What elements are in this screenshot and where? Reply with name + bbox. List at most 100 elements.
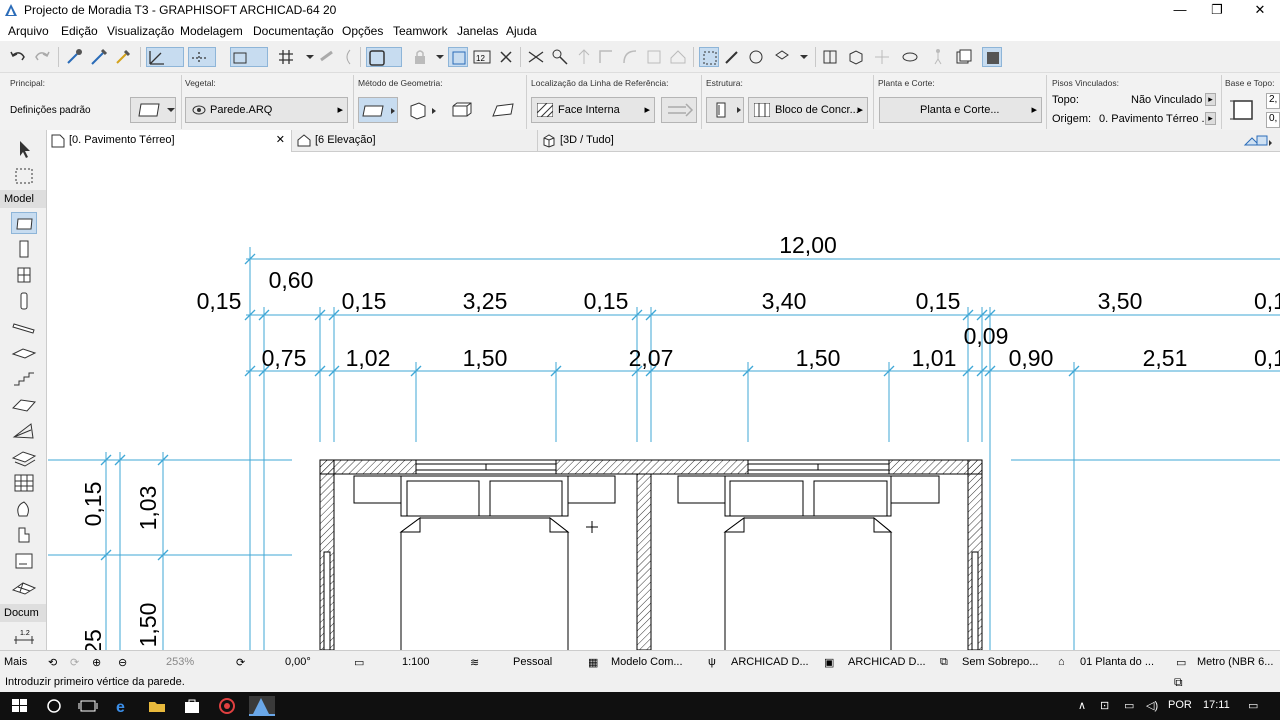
window-tool-icon[interactable] — [11, 264, 37, 286]
stair-tool-icon[interactable] — [11, 368, 37, 390]
layouts-icon[interactable] — [954, 47, 974, 67]
window-layout-icon[interactable]: ⧉ — [1174, 675, 1183, 690]
dim-label[interactable]: 3,50 — [1098, 288, 1143, 314]
box-icon[interactable] — [846, 47, 866, 67]
close-tab-icon[interactable]: ✕ — [276, 130, 285, 151]
dim-label[interactable]: 0,75 — [262, 345, 307, 371]
favorites-picker[interactable] — [130, 97, 176, 123]
rotate-view-icon[interactable] — [746, 47, 766, 67]
wall-tool-icon[interactable] — [11, 212, 37, 234]
dim-label[interactable]: 0,60 — [269, 267, 314, 293]
dim-label[interactable]: 1,50 — [796, 345, 841, 371]
angle-value[interactable]: 0,00° — [285, 656, 311, 668]
dim-label[interactable]: 0,90 — [1009, 345, 1054, 371]
window-icon[interactable] — [820, 47, 840, 67]
dim-label[interactable]: 25 — [80, 629, 106, 650]
dimension-standard-value[interactable]: ARCHICAD D... — [848, 656, 926, 668]
lock-icon[interactable] — [410, 47, 430, 67]
snap-guide-icon[interactable] — [188, 47, 216, 67]
zoom-forward-icon[interactable]: ⟳ — [70, 656, 79, 669]
trim-icon[interactable] — [550, 47, 570, 67]
zone-tool-icon[interactable] — [11, 550, 37, 572]
zoom-out-icon[interactable]: ⊖ — [118, 656, 127, 669]
model-view-value[interactable]: Modelo Com... — [611, 656, 683, 668]
menu-documentacao[interactable]: Documentação — [253, 24, 334, 38]
dim-label[interactable]: 1,02 — [346, 345, 391, 371]
units-value[interactable]: Metro (NBR 6... — [1197, 656, 1273, 668]
chevron-right-icon[interactable]: ▸ — [1205, 112, 1216, 125]
tab-elevation[interactable]: [6 Elevação] — [293, 130, 537, 152]
shell-tool-icon[interactable] — [11, 420, 37, 442]
dim-label[interactable]: 1,50 — [463, 345, 508, 371]
curtain-wall-tool-icon[interactable] — [11, 472, 37, 494]
menu-edicao[interactable]: Edição — [61, 24, 98, 38]
door-tool-icon[interactable] — [11, 238, 37, 260]
trace-icon[interactable] — [448, 47, 468, 67]
windows-start-icon[interactable] — [8, 696, 32, 716]
explode-icon[interactable] — [872, 47, 892, 67]
renovation-value[interactable]: 01 Planta do ... — [1080, 656, 1154, 668]
minimize-button[interactable]: — — [1160, 0, 1200, 20]
dim-label[interactable]: 0,15 — [80, 482, 106, 527]
dim-label[interactable]: 2,51 — [1143, 345, 1188, 371]
pencil-icon[interactable] — [722, 47, 742, 67]
dim-label[interactable]: 1,03 — [135, 486, 161, 531]
menu-visualizacao[interactable]: Visualização — [107, 24, 174, 38]
marquee-tool-icon[interactable] — [11, 165, 37, 187]
redo-icon[interactable] — [32, 47, 52, 67]
menu-arquivo[interactable]: Arquivo — [8, 24, 49, 38]
view-3d-icon[interactable] — [772, 47, 792, 67]
zoom-in-icon[interactable]: ⊕ — [92, 656, 101, 669]
toolbox-document-header[interactable]: Docum — [0, 604, 46, 622]
polygon-wall-button[interactable] — [446, 97, 476, 123]
scale-value[interactable]: 1:100 — [402, 656, 430, 668]
scale-icon[interactable]: 12 — [472, 47, 492, 67]
layer-combination-value[interactable]: Pessoal — [513, 656, 552, 668]
zoom-value[interactable]: 253% — [166, 656, 194, 668]
grid-snap-icon[interactable] — [276, 47, 296, 67]
dim-label[interactable]: 0,15 — [197, 288, 242, 314]
volume-icon[interactable]: ◁) — [1146, 699, 1158, 712]
orbit-icon[interactable] — [900, 47, 920, 67]
zoom-back-icon[interactable]: ⟲ — [48, 656, 57, 669]
file-explorer-icon[interactable] — [145, 696, 169, 716]
dim-label[interactable]: 0,15 — [916, 288, 961, 314]
eyedropper-icon[interactable] — [113, 47, 133, 67]
rotate-icon[interactable]: ⟳ — [236, 656, 245, 669]
dim-overall[interactable]: 12,00 — [779, 232, 837, 258]
slanted-wall-button[interactable] — [488, 97, 518, 123]
notifications-icon[interactable]: ▭ — [1248, 699, 1258, 712]
selection-icon[interactable] — [699, 47, 719, 67]
walk-icon[interactable] — [928, 47, 948, 67]
slab-tool-icon[interactable] — [11, 342, 37, 364]
tab-ground-floor[interactable]: [0. Pavimento Térreo] ✕ — [47, 130, 292, 152]
inject-icon[interactable] — [89, 47, 109, 67]
refline-selector[interactable]: Face Interna ▸ — [531, 97, 655, 123]
dim-label[interactable]: 1,50 — [135, 603, 161, 648]
structure-type-button[interactable] — [706, 97, 744, 123]
morph-tool-icon[interactable] — [11, 498, 37, 520]
dim-label[interactable]: 0,09 — [964, 323, 1009, 349]
skylight-tool-icon[interactable] — [11, 446, 37, 468]
cross-icon[interactable] — [496, 47, 516, 67]
pick-up-icon[interactable] — [65, 47, 85, 67]
object-tool-icon[interactable] — [11, 524, 37, 546]
straight-wall-button[interactable] — [358, 97, 398, 123]
publisher-icon[interactable] — [982, 47, 1002, 67]
arrow-tool-icon[interactable] — [11, 138, 37, 160]
edge-browser-icon[interactable]: e — [111, 696, 135, 716]
tab-3d[interactable]: [3D / Tudo] — [537, 130, 777, 152]
task-view-icon[interactable] — [76, 696, 100, 716]
dim-label[interactable]: 2,07 — [629, 345, 674, 371]
override-value[interactable]: Sem Sobrepo... — [962, 656, 1038, 668]
pen-set-value[interactable]: ARCHICAD D... — [731, 656, 809, 668]
wall-height-icon[interactable] — [1228, 97, 1258, 123]
chevron-right-icon[interactable]: ▸ — [1205, 93, 1216, 106]
layer-icon[interactable] — [366, 47, 402, 67]
menu-teamwork[interactable]: Teamwork — [393, 24, 448, 38]
menu-opcoes[interactable]: Opções — [342, 24, 383, 38]
dim-label[interactable]: 0,15 — [584, 288, 629, 314]
guideline-icon[interactable] — [146, 47, 184, 67]
composite-selector[interactable]: Bloco de Concr... ▸ — [748, 97, 868, 123]
fillet-icon[interactable] — [620, 47, 640, 67]
